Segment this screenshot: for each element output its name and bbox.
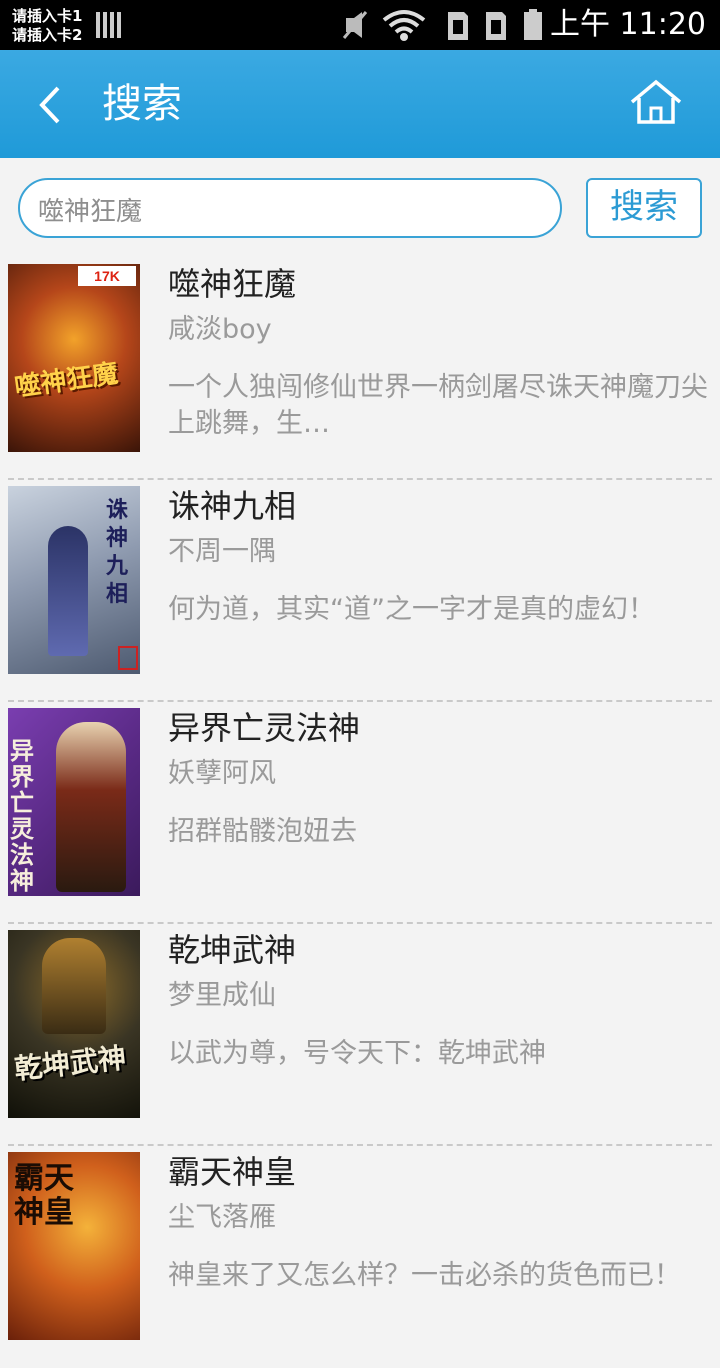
- sim1-text: 请插入卡1: [12, 7, 83, 25]
- wifi-icon: [382, 10, 426, 41]
- list-item[interactable]: 异界亡灵法神 异界亡灵法神 妖孽阿风 招群骷髅泡妞去: [0, 702, 720, 924]
- status-bar: 请插入卡1 请插入卡2 上午 11:20: [0, 0, 720, 50]
- book-author: 尘飞落雁: [168, 1202, 276, 1233]
- book-cover: 乾坤武神: [8, 930, 140, 1118]
- signal-icon: [96, 12, 122, 38]
- page-title: 搜索: [102, 81, 182, 127]
- book-title: 霸天神皇: [168, 1153, 297, 1191]
- cover-badge: 17K: [78, 266, 136, 286]
- search-results-list: 17K 噬神狂魔 噬神狂魔 咸淡boy 一个人独闯修仙世界一柄剑屠尽诛天神魔刀尖…: [0, 258, 720, 1368]
- book-author: 梦里成仙: [168, 980, 276, 1011]
- search-input[interactable]: [38, 190, 538, 228]
- sim2-icon: [486, 12, 506, 40]
- search-input-container[interactable]: [18, 178, 562, 238]
- book-title: 噬神狂魔: [168, 265, 297, 303]
- mute-icon: [342, 11, 368, 39]
- book-description: 神皇来了又怎么样？一击必杀的货色而已！: [168, 1260, 681, 1291]
- battery-icon: [524, 9, 542, 40]
- book-description: 以武为尊，号令天下：乾坤武神: [168, 1038, 546, 1069]
- sim-status: 请插入卡1 请插入卡2: [12, 7, 82, 45]
- book-title: 异界亡灵法神: [168, 709, 361, 747]
- cover-title: 噬神狂魔: [12, 358, 120, 404]
- clock: 上午 11:20: [550, 7, 706, 42]
- cover-title: 诛神九相: [106, 497, 129, 607]
- status-icons: [342, 9, 542, 41]
- sim1-icon: [448, 12, 468, 40]
- home-icon[interactable]: [628, 78, 684, 128]
- book-title: 乾坤武神: [168, 931, 297, 969]
- list-item[interactable]: 17K 噬神狂魔 噬神狂魔 咸淡boy 一个人独闯修仙世界一柄剑屠尽诛天神魔刀尖…: [0, 258, 720, 480]
- cover-title: 霸天神皇: [14, 1161, 74, 1230]
- cover-title: 乾坤武神: [12, 1041, 128, 1086]
- book-description: 何为道，其实“道”之一字才是真的虚幻！: [168, 594, 655, 625]
- search-bar: 搜索: [0, 158, 720, 258]
- book-description: 一个人独闯修仙世界一柄剑屠尽诛天神魔刀尖上跳舞，生…: [168, 372, 708, 439]
- book-author: 不周一隅: [168, 536, 276, 567]
- book-author: 咸淡boy: [168, 314, 272, 345]
- book-cover: 17K 噬神狂魔: [8, 264, 140, 452]
- book-description: 招群骷髅泡妞去: [168, 816, 357, 847]
- list-item[interactable]: 霸天神皇 霸天神皇 尘飞落雁 神皇来了又怎么样？一击必杀的货色而已！: [0, 1146, 720, 1368]
- cover-title: 异界亡灵法神: [10, 736, 34, 895]
- book-title: 诛神九相: [168, 487, 297, 525]
- cover-figure: [48, 526, 88, 656]
- book-cover: 霸天神皇: [8, 1152, 140, 1340]
- search-button[interactable]: 搜索: [586, 178, 702, 238]
- book-author: 妖孽阿风: [168, 758, 276, 789]
- book-cover: 异界亡灵法神: [8, 708, 140, 896]
- book-cover: 诛神九相: [8, 486, 140, 674]
- back-icon[interactable]: [30, 80, 70, 130]
- list-item[interactable]: 乾坤武神 乾坤武神 梦里成仙 以武为尊，号令天下：乾坤武神: [0, 924, 720, 1146]
- list-item[interactable]: 诛神九相 诛神九相 不周一隅 何为道，其实“道”之一字才是真的虚幻！: [0, 480, 720, 702]
- sim2-text: 请插入卡2: [12, 26, 83, 44]
- app-header: 搜索: [0, 50, 720, 158]
- cover-figure: [42, 938, 106, 1034]
- cover-figure: [56, 722, 126, 892]
- cover-seal: [118, 646, 138, 670]
